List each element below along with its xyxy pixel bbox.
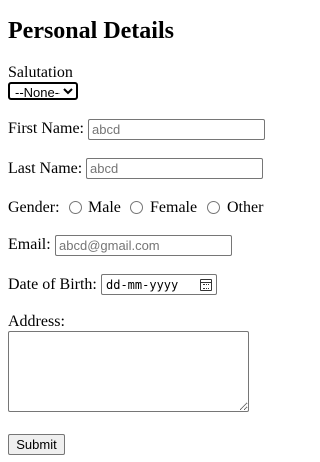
gender-female-radio[interactable] [130,201,143,214]
email-input[interactable] [55,235,232,256]
gender-female-label: Female [150,199,198,216]
first-name-input[interactable] [88,119,265,140]
email-label: Email: [8,236,51,253]
gender-label: Gender: [8,199,60,216]
submit-button[interactable]: Submit [8,434,65,455]
page-title: Personal Details [8,18,174,44]
address-textarea[interactable] [8,331,249,412]
calendar-icon[interactable] [200,279,212,291]
gender-male-radio[interactable] [69,201,82,214]
dob-input[interactable]: dd-mm-yyyy [101,274,217,295]
gender-male-label: Male [88,199,121,216]
first-name-label: First Name: [8,120,84,137]
gender-other-label: Other [227,199,264,216]
salutation-label: Salutation [8,64,73,81]
dob-label: Date of Birth: [8,276,97,293]
gender-other-radio[interactable] [207,201,220,214]
salutation-select[interactable]: --None-- [8,82,78,100]
dob-placeholder: dd-mm-yyyy [106,277,179,292]
address-label: Address: [8,313,65,330]
last-name-label: Last Name: [8,160,83,177]
last-name-input[interactable] [86,158,263,179]
